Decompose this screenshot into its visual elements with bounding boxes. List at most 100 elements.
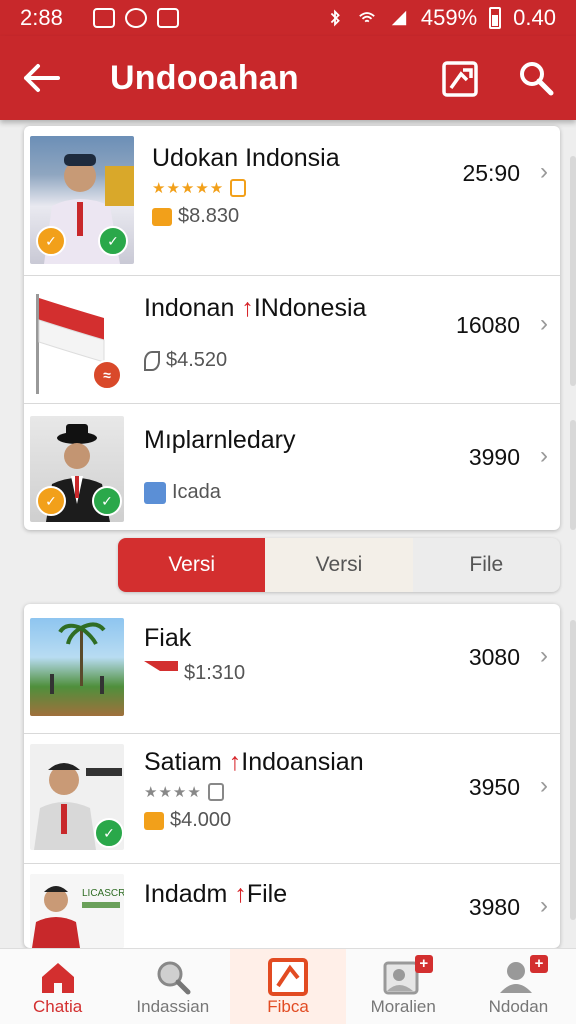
- list-item[interactable]: ✓ Satiam ↑Indoansian ★★★★ $4.000 3950 ›: [24, 734, 560, 864]
- award-icon: [207, 783, 224, 801]
- shop-icon: [152, 207, 172, 226]
- add-badge-icon: +: [414, 955, 433, 973]
- item-name-part2: Indoansian: [241, 748, 364, 776]
- scroll-indicator-top[interactable]: [570, 156, 576, 386]
- pin-icon: ↑: [241, 294, 254, 322]
- price-text: $1:310: [184, 661, 246, 684]
- status-bar: 2:88 459% 0.40: [0, 0, 576, 36]
- check-badge-icon: ✓: [98, 226, 128, 256]
- nav-item-chatia[interactable]: Chatia: [0, 949, 115, 1024]
- item-info: Indonan ↑INdonesia $4.520: [144, 294, 366, 372]
- nav-label: Chatia: [33, 997, 83, 1016]
- arrow-left-icon: [24, 64, 60, 92]
- info-icon: [144, 481, 166, 504]
- tab-file[interactable]: File: [413, 538, 560, 592]
- item-name: Satiam ↑Indoansian: [144, 748, 364, 777]
- item-name-part2: File: [246, 880, 288, 908]
- star-rating: ★★★★: [144, 784, 202, 801]
- check-badge-icon: ✓: [94, 818, 124, 848]
- item-name: Udokan Indonsia: [152, 144, 340, 172]
- status-time: 2:88: [20, 5, 63, 30]
- search-icon: [157, 961, 191, 995]
- search-button[interactable]: [516, 58, 556, 98]
- shop-icon: [144, 811, 164, 830]
- item-thumbnail: LICASCRI: [30, 874, 124, 948]
- share-icon: [442, 61, 478, 97]
- share-button[interactable]: [440, 58, 480, 98]
- rating-badge-icon: ✓: [36, 486, 66, 516]
- chevron-right-icon: ›: [540, 892, 548, 919]
- home-icon: [41, 963, 74, 993]
- tab-versi-1[interactable]: Versi: [118, 538, 266, 592]
- price-text: $4.520: [166, 349, 228, 371]
- item-rating: ★★★★: [144, 783, 364, 801]
- battery-icon: [489, 7, 502, 29]
- tab-versi-2[interactable]: Versi: [265, 538, 413, 592]
- nav-label: Ndodan: [488, 997, 549, 1016]
- flag-icon: [144, 661, 178, 685]
- item-price: $4.000: [144, 809, 364, 832]
- page-title: Undooahan: [110, 58, 299, 97]
- bottom-list: Fiak $1:310 3080 › ✓ Satiam ↑Indoansian …: [24, 604, 560, 948]
- award-icon: [230, 179, 247, 197]
- nav-item-ndodan[interactable]: + Ndodan: [461, 949, 576, 1024]
- app-icon: [156, 8, 179, 28]
- list-item[interactable]: ✓ ✓ Udokan Indonsia ★★★★★ $8.830 25:90 ›: [24, 126, 560, 276]
- item-price: $4.520: [144, 349, 366, 372]
- item-thumbnail: ≈: [30, 288, 124, 396]
- item-name-part1: Indadm: [144, 880, 228, 908]
- item-info: Mıplarnledary Icada: [144, 426, 295, 504]
- item-info: Udokan Indonsia ★★★★★ $8.830: [152, 144, 340, 228]
- item-thumbnail: ✓ ✓: [30, 416, 124, 522]
- item-info: Satiam ↑Indoansian ★★★★ $4.000: [144, 748, 364, 832]
- notification-icons: [92, 8, 179, 28]
- list-item[interactable]: Fiak $1:310 3080 ›: [24, 604, 560, 734]
- star-rating: ★★★★★: [152, 180, 225, 197]
- nav-item-indassian[interactable]: Indassian: [115, 949, 230, 1024]
- scroll-indicator-mid[interactable]: [570, 420, 576, 530]
- back-button[interactable]: [20, 56, 64, 100]
- banner-text: LICASCRI: [82, 888, 124, 899]
- item-value: 3080: [468, 644, 520, 670]
- rating-badge-icon: ✓: [36, 226, 66, 256]
- search-icon: [520, 62, 554, 96]
- add-badge-icon: +: [530, 955, 549, 973]
- item-rating: ★★★★★: [152, 179, 340, 197]
- chevron-right-icon: ›: [540, 442, 548, 469]
- segmented-control: Versi Versi File: [118, 538, 560, 592]
- status-extra: 0.40: [513, 5, 556, 30]
- item-thumbnail: ✓: [30, 744, 124, 850]
- alarm-icon: [124, 8, 147, 28]
- item-price: $1:310: [144, 661, 245, 685]
- scroll-indicator-bottom[interactable]: [570, 620, 576, 920]
- app-bar: Undooahan: [0, 36, 576, 120]
- item-name: Mıplarnledary: [144, 426, 296, 454]
- nav-item-fibca[interactable]: Fibca: [230, 949, 346, 1024]
- list-item[interactable]: LICASCRI Indadm ↑File 3980 ›: [24, 864, 560, 948]
- tag-badge-icon: ≈: [92, 360, 122, 390]
- item-thumbnail: [30, 618, 124, 716]
- status-right: 459% 0.40: [325, 5, 556, 31]
- list-item[interactable]: ≈ Indonan ↑INdonesia $4.520 16080 ›: [24, 276, 560, 404]
- chevron-right-icon: ›: [540, 772, 548, 799]
- bluetooth-icon: [330, 9, 340, 27]
- item-value: 3990: [468, 444, 520, 470]
- price-text: $4.000: [170, 809, 232, 831]
- item-info: Indadm ↑File: [144, 880, 287, 909]
- chevron-right-icon: ›: [540, 310, 548, 337]
- nav-item-moralien[interactable]: + Moralien: [346, 949, 461, 1024]
- chevron-right-icon: ›: [540, 158, 548, 185]
- signal-icon: [391, 10, 407, 26]
- nav-label: Indassian: [136, 997, 210, 1016]
- item-name-part1: Satiam: [144, 748, 222, 776]
- item-thumbnail: ✓ ✓: [30, 136, 134, 264]
- list-item[interactable]: ✓ ✓ Mıplarnledary Icada 3990 ›: [24, 404, 560, 530]
- item-name: Fiak: [144, 624, 192, 652]
- item-info: Fiak $1:310: [144, 624, 245, 685]
- item-value: 3950: [468, 774, 520, 800]
- chevron-right-icon: ›: [540, 642, 548, 669]
- leaf-badge-icon: ✓: [92, 486, 122, 516]
- item-value: 3980: [468, 894, 520, 920]
- bottom-navigation: Chatia Indassian Fibca + Moralien + Ndod…: [0, 948, 576, 1024]
- item-price: $8.830: [152, 205, 340, 228]
